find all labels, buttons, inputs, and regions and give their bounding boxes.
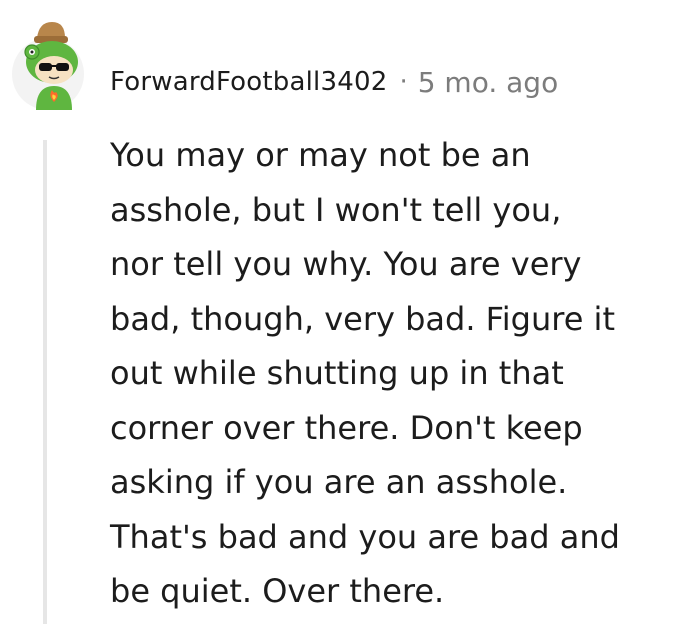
comment-body: You may or may not be an asshole, but I … (110, 136, 620, 610)
thread-collapse-line[interactable] (43, 140, 47, 624)
snoo-avatar-icon (12, 22, 84, 110)
comment-timestamp[interactable]: 5 mo. ago (418, 66, 559, 99)
meta-separator: · (399, 67, 408, 97)
avatar[interactable] (12, 18, 90, 112)
comment-header: ForwardFootball3402 · 5 mo. ago (110, 62, 558, 102)
author-username[interactable]: ForwardFootball3402 (110, 67, 387, 97)
comment: ForwardFootball3402 · 5 mo. ago You may … (0, 0, 700, 624)
